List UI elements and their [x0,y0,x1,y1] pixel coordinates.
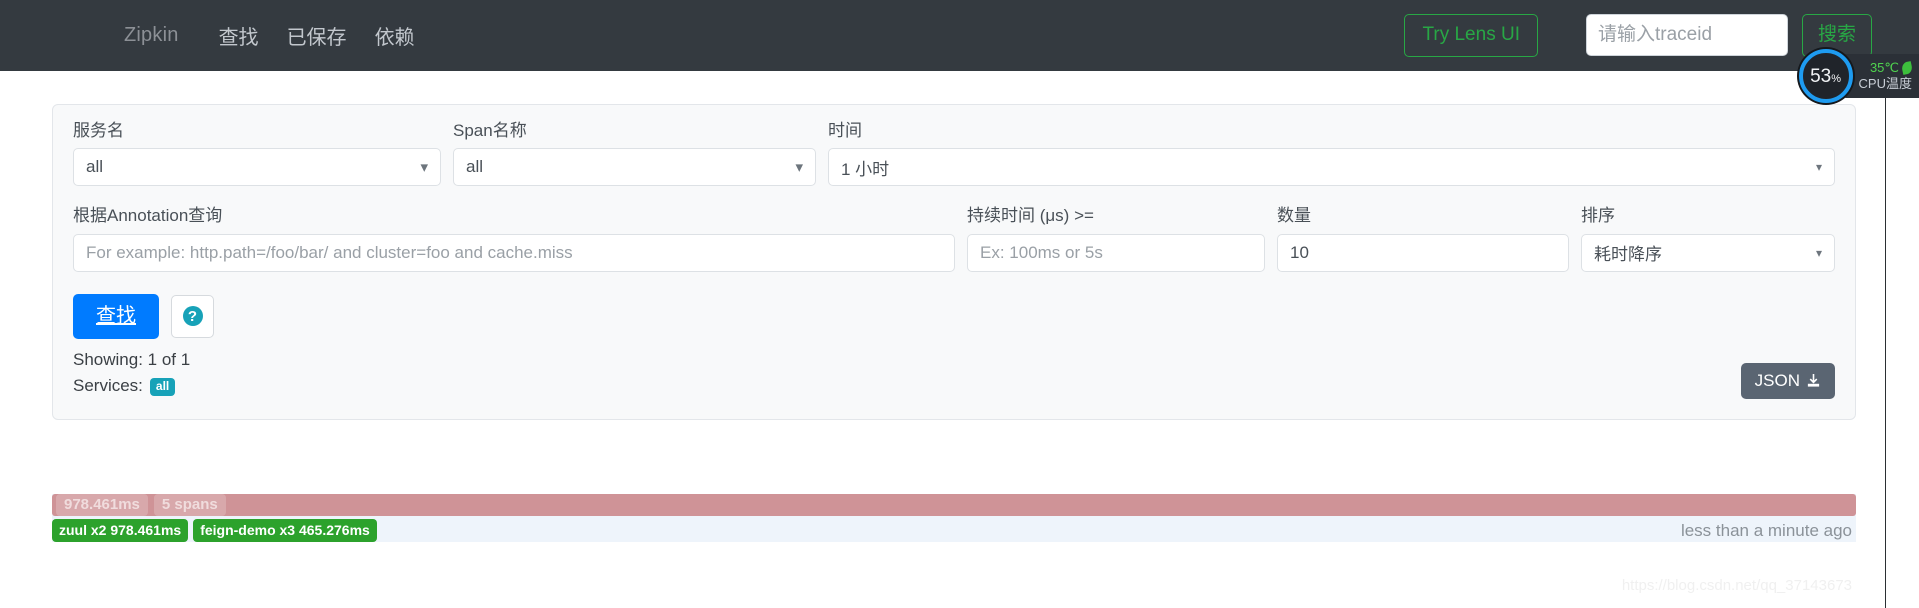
find-traces-button[interactable]: 查找 [73,293,159,339]
form-row-secondary: 根据Annotation查询 持续时间 (μs) >= 数量 排序 ▾ [73,206,1835,272]
page-body: 服务名 ▾ Span名称 ▾ 时间 ▾ [0,71,1886,608]
nav-item-find[interactable]: 查找 [219,21,259,50]
field-annotation-query: 根据Annotation查询 [73,206,955,272]
search-form-card: 服务名 ▾ Span名称 ▾ 时间 ▾ [52,104,1856,421]
cpu-usage-dial: 53% [1798,49,1853,103]
form-row-primary: 服务名 ▾ Span名称 ▾ 时间 ▾ [73,121,1835,187]
limit-label: 数量 [1277,206,1311,226]
download-icon [1807,374,1820,387]
cpu-monitor-widget[interactable]: 53% 35℃ CPU温度 [1798,49,1919,103]
form-action-row: 查找 ? [73,293,1835,339]
cpu-temp-row: 35℃ [1869,59,1914,75]
nav-item-saved[interactable]: 已保存 [287,21,347,50]
traceid-input[interactable] [1585,14,1788,57]
annotation-query-label: 根据Annotation查询 [73,206,223,226]
service-name-label: 服务名 [73,121,124,140]
services-label: Services: [73,376,143,396]
time-range-select[interactable] [828,148,1835,187]
span-name-select-wrap[interactable]: ▾ [453,148,816,187]
trace-timestamp: less than a minute ago [1680,520,1852,540]
limit-input[interactable] [1277,233,1569,272]
leaf-icon [1900,60,1914,75]
cpu-temperature-label: CPU温度 [1858,75,1912,91]
service-badge-all[interactable]: all [149,377,176,396]
time-range-select-wrap[interactable]: ▾ [828,148,1835,187]
trace-duration-bar-row: 978.461ms 5 spans [52,493,1856,517]
field-span-name: Span名称 ▾ [453,121,816,187]
trace-meta-row: zuul x2 978.461ms feign-demo x3 465.276m… [52,516,1856,543]
sort-order-select-wrap[interactable]: ▾ [1581,233,1835,272]
trace-results-list: 978.461ms 5 spans zuul x2 978.461ms feig… [52,493,1856,543]
trace-service-chip[interactable]: zuul x2 978.461ms [52,518,189,543]
json-button-label: JSON [1754,370,1800,390]
trace-row[interactable]: 978.461ms 5 spans zuul x2 978.461ms feig… [52,493,1856,543]
span-name-select[interactable] [453,148,816,187]
top-navbar: Zipkin 查找 已保存 依赖 Try Lens UI 搜索 [0,0,1919,71]
field-sort-order: 排序 ▾ [1581,206,1835,272]
field-time-range: 时间 ▾ [828,121,1835,187]
trace-duration-chip: 978.461ms [56,493,148,517]
sort-order-label: 排序 [1581,206,1615,226]
sort-order-select[interactable] [1581,233,1835,272]
trace-duration-bar [52,494,1856,516]
field-duration: 持续时间 (μs) >= [967,206,1265,272]
field-service-name: 服务名 ▾ [73,121,441,187]
brand-zipkin[interactable]: Zipkin [124,24,179,47]
nav-links: 查找 已保存 依赖 [219,21,415,50]
duration-input[interactable] [967,233,1265,272]
cpu-temperature-value: 35℃ [1869,59,1899,75]
field-limit: 数量 [1277,206,1569,272]
services-summary: Services: all [73,374,1835,399]
showing-count: Showing: 1 of 1 [73,349,191,369]
span-name-label: Span名称 [453,121,527,140]
time-range-label: 时间 [828,121,862,140]
nav-item-dependencies[interactable]: 依赖 [375,21,415,50]
cpu-usage-percent: 53% [1810,65,1841,87]
watermark-text: https://blog.csdn.net/qq_37143673 [1621,577,1852,594]
trace-span-count-chip: 5 spans [153,493,226,517]
annotation-query-input[interactable] [73,233,955,272]
service-name-select-wrap[interactable]: ▾ [73,148,441,187]
duration-label: 持续时间 (μs) >= [967,206,1094,226]
help-button[interactable]: ? [171,294,214,338]
service-name-select[interactable] [73,148,441,187]
try-lens-ui-button[interactable]: Try Lens UI [1404,14,1538,57]
trace-service-chip[interactable]: feign-demo x3 465.276ms [193,518,377,543]
navbar-right-group: Try Lens UI 搜索 [1404,14,1919,57]
question-circle-icon: ? [182,306,203,327]
download-json-button[interactable]: JSON [1740,362,1835,400]
